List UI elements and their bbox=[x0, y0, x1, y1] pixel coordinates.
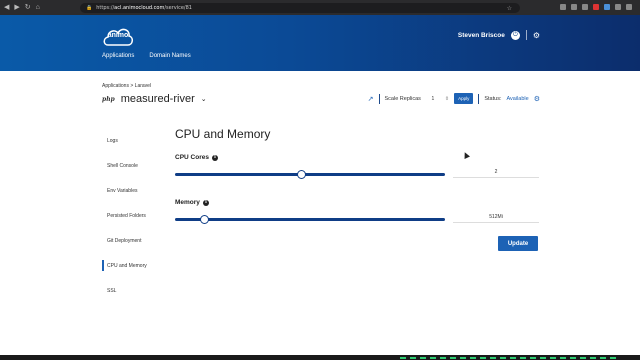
sidebar-item-cpu-and-memory[interactable]: CPU and Memory bbox=[102, 253, 162, 278]
memory-slider-handle[interactable] bbox=[200, 215, 210, 224]
user-menu: Steven Briscoe ⏻ ⚙ bbox=[458, 30, 540, 40]
app-title[interactable]: measured-river bbox=[121, 93, 195, 105]
extension-icon[interactable] bbox=[582, 4, 588, 10]
external-link-icon[interactable]: ↗ bbox=[368, 95, 374, 103]
scale-replicas-label: Scale Replicas bbox=[384, 95, 421, 102]
menu-icon[interactable] bbox=[626, 4, 632, 10]
chevron-down-icon[interactable]: ⇳ bbox=[445, 96, 449, 102]
sidebar-item-logs[interactable]: Logs bbox=[102, 128, 162, 153]
bookmark-star-icon[interactable]: ☆ bbox=[507, 5, 512, 12]
apply-button[interactable]: Apply bbox=[454, 93, 474, 104]
nav-applications[interactable]: Applications bbox=[102, 53, 134, 59]
status-value: Available bbox=[506, 95, 529, 102]
status-label: Status: bbox=[484, 95, 502, 102]
extension-icon[interactable] bbox=[604, 4, 610, 10]
app-title-row: php measured-river ⌄ bbox=[102, 93, 207, 105]
sidebar-item-env-variables[interactable]: Env Variables bbox=[102, 178, 162, 203]
cpu-cores-row: 2 bbox=[175, 165, 540, 187]
lock-icon: 🔒 bbox=[86, 5, 93, 11]
main-content: Applications > Laravel php measured-rive… bbox=[0, 71, 640, 355]
browser-toolbar: ◀ ▶ ↻ ⌂ 🔒 https://acl.animocloud.com/ser… bbox=[0, 0, 640, 15]
reload-icon[interactable]: ↻ bbox=[25, 4, 31, 11]
back-icon[interactable]: ◀ bbox=[4, 4, 9, 11]
info-icon[interactable]: i bbox=[211, 154, 218, 161]
cpu-slider-track[interactable] bbox=[175, 173, 445, 176]
app-header: anımo Applications Domain Names Steven B… bbox=[0, 15, 640, 71]
info-icon[interactable]: i bbox=[202, 199, 209, 206]
animo-logo[interactable]: anımo bbox=[102, 25, 134, 47]
cpu-memory-panel: CPU and Memory CPU Cores i 2 Memory i 51… bbox=[175, 127, 540, 251]
memory-input[interactable]: 512Mi bbox=[453, 211, 539, 223]
sidebar-item-shell-console[interactable]: Shell Console bbox=[102, 153, 162, 178]
cpu-cores-input[interactable]: 2 bbox=[453, 166, 539, 178]
top-navigation: Applications Domain Names bbox=[102, 53, 191, 59]
extension-icon[interactable] bbox=[593, 4, 599, 10]
memory-label: Memory i bbox=[175, 199, 540, 206]
divider bbox=[478, 93, 480, 104]
sidebar: Logs Shell Console Env Variables Persist… bbox=[102, 128, 162, 303]
extension-icon[interactable] bbox=[571, 4, 577, 10]
page-title: CPU and Memory bbox=[175, 127, 271, 141]
home-icon[interactable]: ⌂ bbox=[36, 4, 40, 11]
gear-icon[interactable]: ⚙ bbox=[534, 95, 540, 103]
forward-icon[interactable]: ▶ bbox=[14, 4, 19, 11]
nav-domain-names[interactable]: Domain Names bbox=[149, 53, 190, 59]
memory-slider-track[interactable] bbox=[175, 218, 445, 221]
extension-icon[interactable] bbox=[615, 4, 621, 10]
extensions-bar bbox=[560, 4, 632, 10]
chevron-down-icon[interactable]: ⌄ bbox=[201, 95, 207, 103]
sidebar-item-ssl[interactable]: SSL bbox=[102, 278, 162, 303]
address-bar[interactable]: 🔒 https://acl.animocloud.com/service/81 … bbox=[80, 3, 520, 13]
divider bbox=[378, 93, 380, 104]
memory-row: 512Mi bbox=[175, 210, 540, 232]
php-badge: php bbox=[102, 95, 115, 103]
extension-icon[interactable] bbox=[560, 4, 566, 10]
power-icon[interactable]: ⏻ bbox=[510, 30, 520, 40]
app-toolbar: ↗ Scale Replicas 1 ⇳ Apply Status: Avail… bbox=[368, 93, 540, 104]
bottom-bar bbox=[0, 355, 640, 360]
sidebar-item-git-deployment[interactable]: Git Deployment bbox=[102, 228, 162, 253]
replicas-select[interactable]: 1 bbox=[426, 96, 440, 102]
update-button[interactable]: Update bbox=[498, 236, 538, 251]
user-name[interactable]: Steven Briscoe bbox=[458, 32, 505, 39]
breadcrumb[interactable]: Applications > Laravel bbox=[102, 83, 151, 89]
sidebar-item-persisted-folders[interactable]: Persisted Folders bbox=[102, 203, 162, 228]
cpu-cores-label: CPU Cores i bbox=[175, 154, 540, 161]
divider bbox=[525, 30, 527, 40]
cpu-slider-handle[interactable] bbox=[297, 170, 307, 179]
gear-icon[interactable]: ⚙ bbox=[533, 31, 540, 40]
